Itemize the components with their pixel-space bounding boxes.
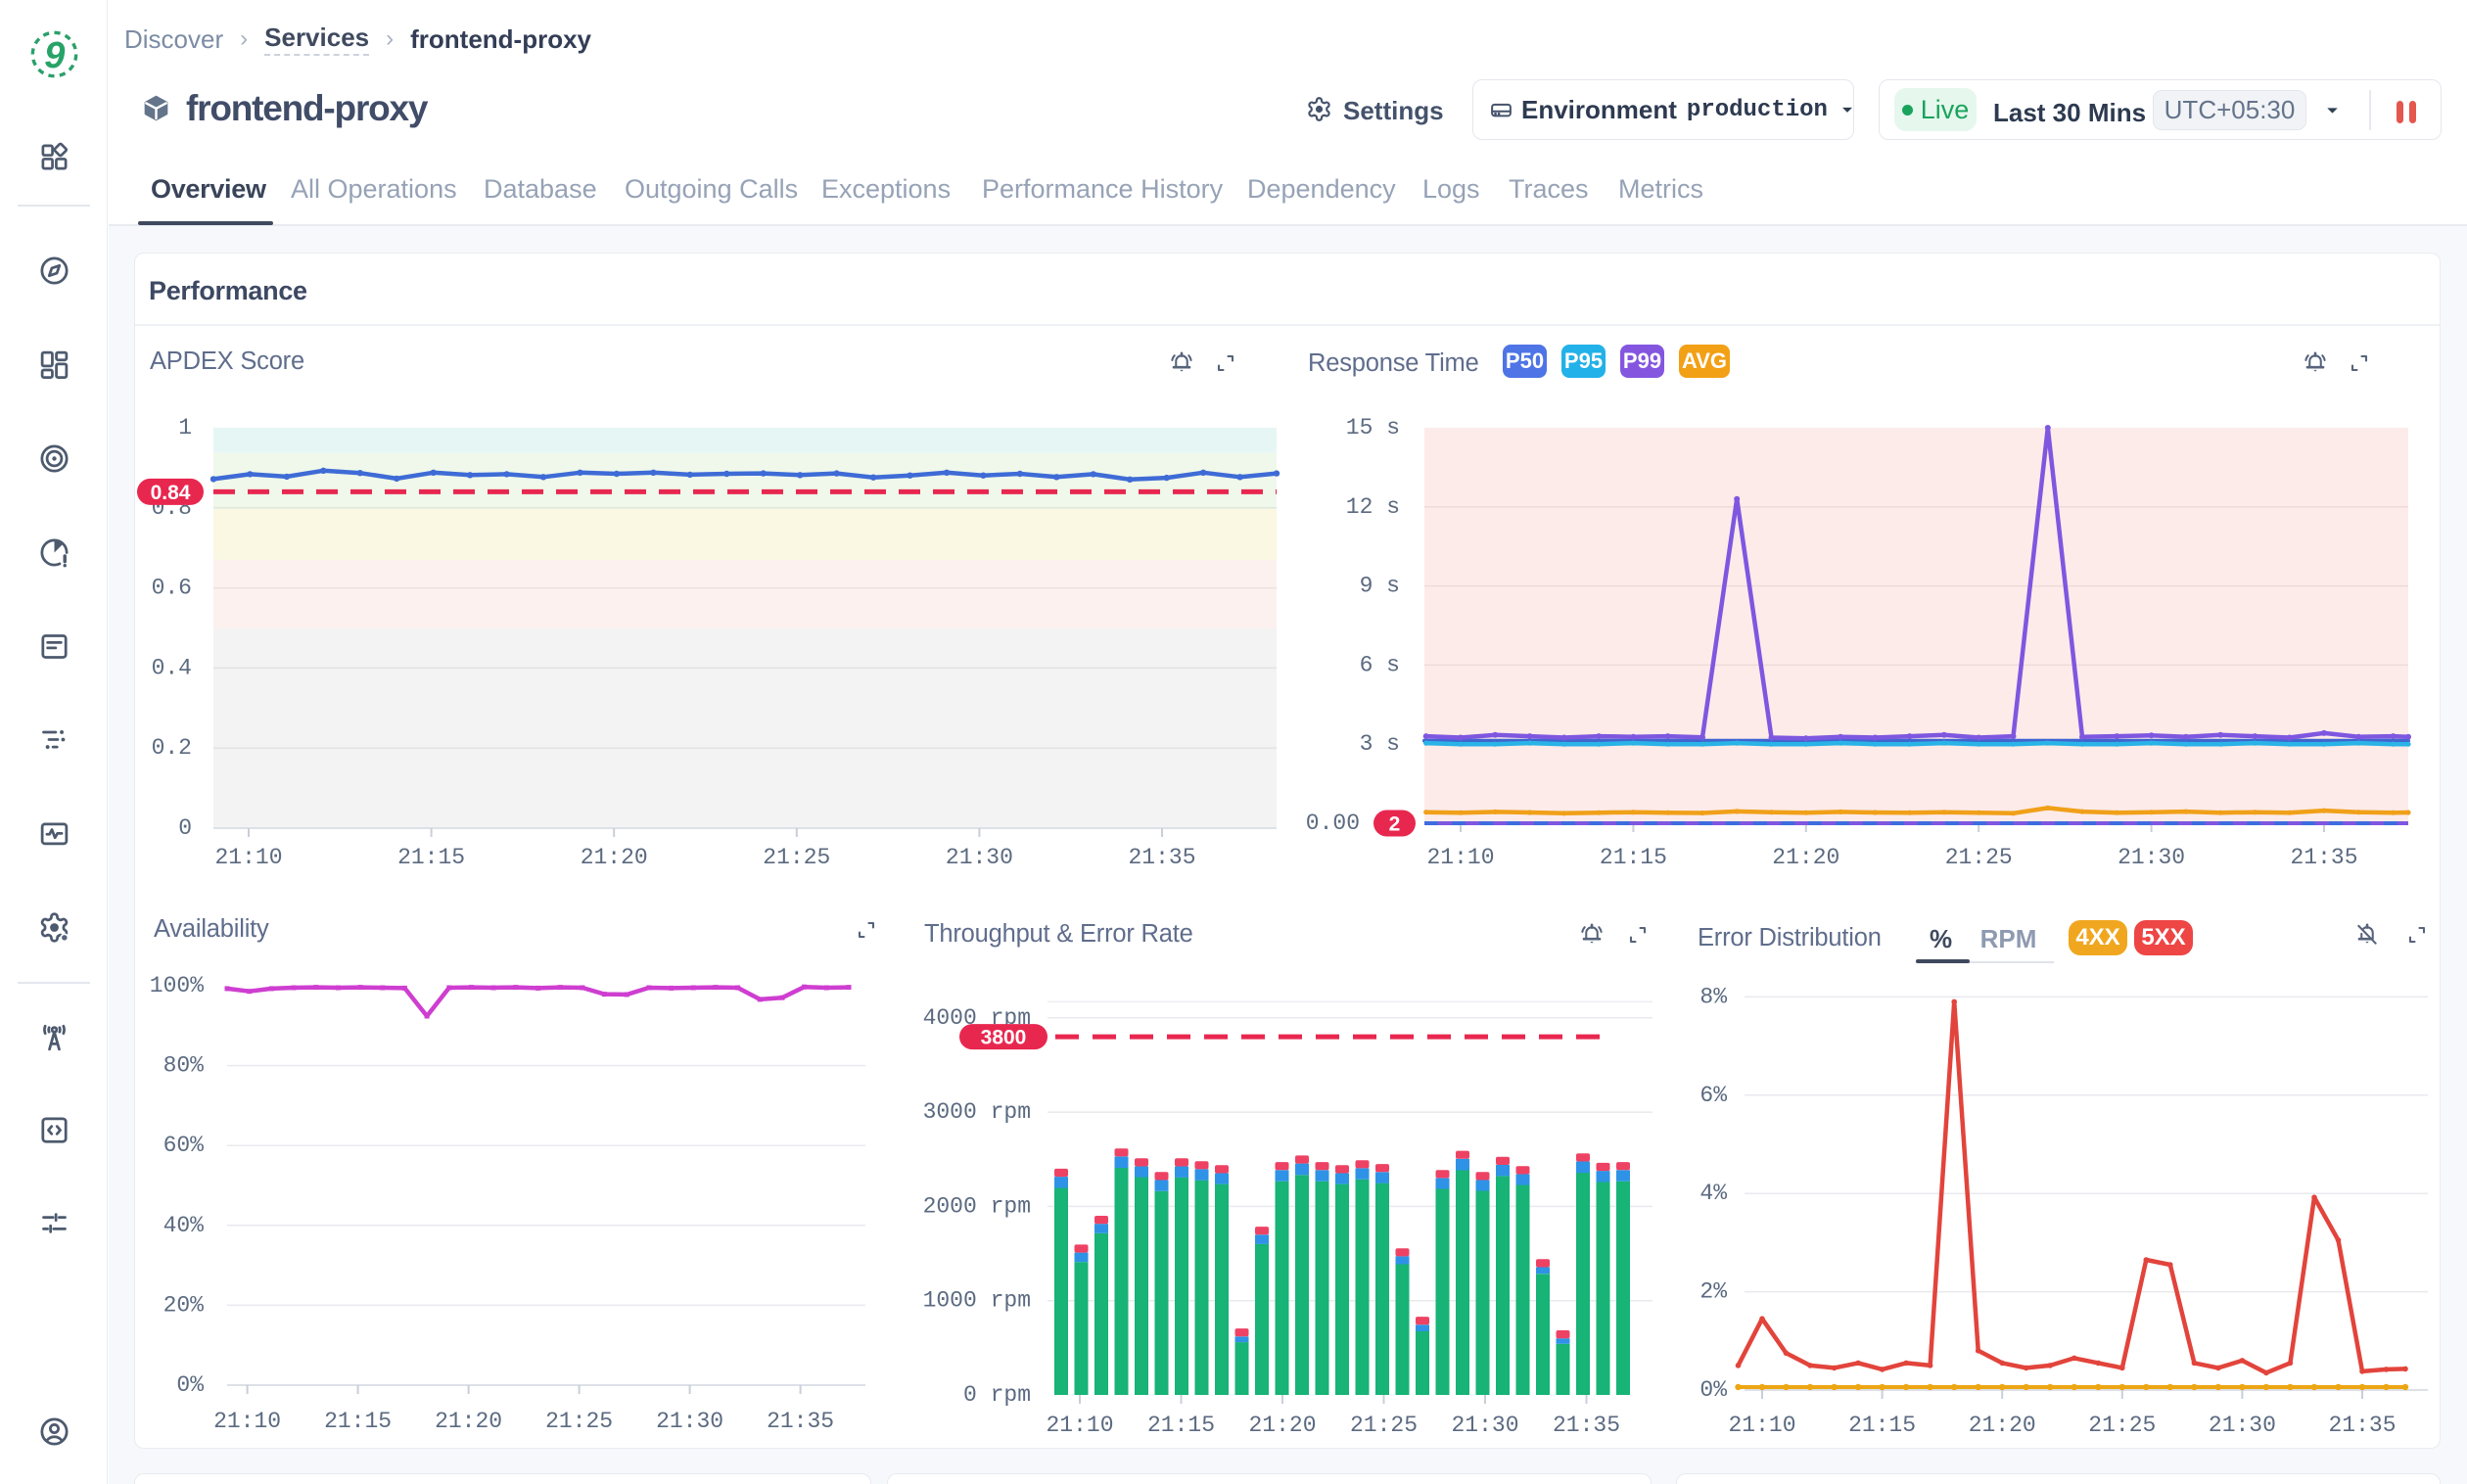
svg-text:3000 rpm: 3000 rpm <box>923 1099 1031 1125</box>
svg-text:0.4: 0.4 <box>152 655 192 680</box>
svg-text:21:15: 21:15 <box>1848 1413 1916 1438</box>
svg-text:0.2: 0.2 <box>152 735 192 761</box>
svg-text:2000 rpm: 2000 rpm <box>923 1193 1031 1219</box>
svg-text:21:25: 21:25 <box>1945 845 2013 870</box>
svg-text:21:30: 21:30 <box>2118 845 2185 870</box>
svg-text:21:35: 21:35 <box>1553 1413 1620 1438</box>
svg-text:100%: 100% <box>150 973 204 998</box>
svg-text:21:35: 21:35 <box>1128 845 1195 870</box>
svg-text:21:25: 21:25 <box>545 1409 613 1434</box>
svg-text:6 s: 6 s <box>1360 652 1400 677</box>
svg-text:21:10: 21:10 <box>213 1409 281 1434</box>
svg-text:3800: 3800 <box>981 1027 1027 1049</box>
svg-text:21:20: 21:20 <box>1969 1413 2036 1438</box>
svg-text:21:20: 21:20 <box>1248 1413 1316 1438</box>
svg-text:0 rpm: 0 rpm <box>963 1382 1031 1408</box>
svg-text:2%: 2% <box>1699 1279 1727 1305</box>
svg-text:0.84: 0.84 <box>151 482 191 504</box>
svg-text:0.00: 0.00 <box>1306 811 1360 836</box>
svg-text:21:30: 21:30 <box>946 845 1013 870</box>
svg-text:3 s: 3 s <box>1360 731 1400 757</box>
svg-text:1: 1 <box>178 415 192 441</box>
svg-text:0%: 0% <box>176 1372 204 1398</box>
svg-text:21:35: 21:35 <box>767 1409 834 1434</box>
svg-text:21:15: 21:15 <box>1600 845 1667 870</box>
svg-text:21:25: 21:25 <box>2088 1413 2156 1438</box>
svg-text:15 s: 15 s <box>1346 415 1400 441</box>
svg-text:0: 0 <box>178 815 192 841</box>
svg-text:0%: 0% <box>1699 1377 1727 1403</box>
svg-text:12 s: 12 s <box>1346 494 1400 520</box>
svg-text:1000 rpm: 1000 rpm <box>923 1288 1031 1314</box>
svg-text:21:15: 21:15 <box>1147 1413 1215 1438</box>
svg-text:80%: 80% <box>163 1053 205 1079</box>
svg-text:21:30: 21:30 <box>2209 1413 2276 1438</box>
svg-text:21:35: 21:35 <box>2290 845 2357 870</box>
svg-text:21:20: 21:20 <box>581 845 648 870</box>
svg-text:6%: 6% <box>1699 1083 1727 1108</box>
svg-text:21:10: 21:10 <box>1426 845 1494 870</box>
svg-text:0.6: 0.6 <box>152 576 192 601</box>
svg-text:9: 9 <box>44 35 65 76</box>
svg-text:21:20: 21:20 <box>435 1409 502 1434</box>
svg-text:4%: 4% <box>1699 1181 1727 1206</box>
svg-text:60%: 60% <box>163 1133 205 1158</box>
svg-text:21:25: 21:25 <box>763 845 830 870</box>
svg-text:21:10: 21:10 <box>1046 1413 1113 1438</box>
svg-text:21:25: 21:25 <box>1350 1413 1418 1438</box>
svg-text:21:30: 21:30 <box>656 1409 723 1434</box>
svg-text:21:30: 21:30 <box>1451 1413 1518 1438</box>
svg-text:21:10: 21:10 <box>214 845 282 870</box>
svg-text:21:20: 21:20 <box>1772 845 1839 870</box>
svg-text:21:15: 21:15 <box>324 1409 392 1434</box>
svg-text:8%: 8% <box>1699 984 1727 1009</box>
svg-text:20%: 20% <box>163 1292 205 1318</box>
svg-text:21:35: 21:35 <box>2328 1413 2396 1438</box>
svg-text:2: 2 <box>1389 813 1401 836</box>
svg-text:9 s: 9 s <box>1360 574 1400 599</box>
svg-text:21:15: 21:15 <box>397 845 465 870</box>
svg-text:21:10: 21:10 <box>1728 1413 1795 1438</box>
svg-text:40%: 40% <box>163 1213 205 1238</box>
